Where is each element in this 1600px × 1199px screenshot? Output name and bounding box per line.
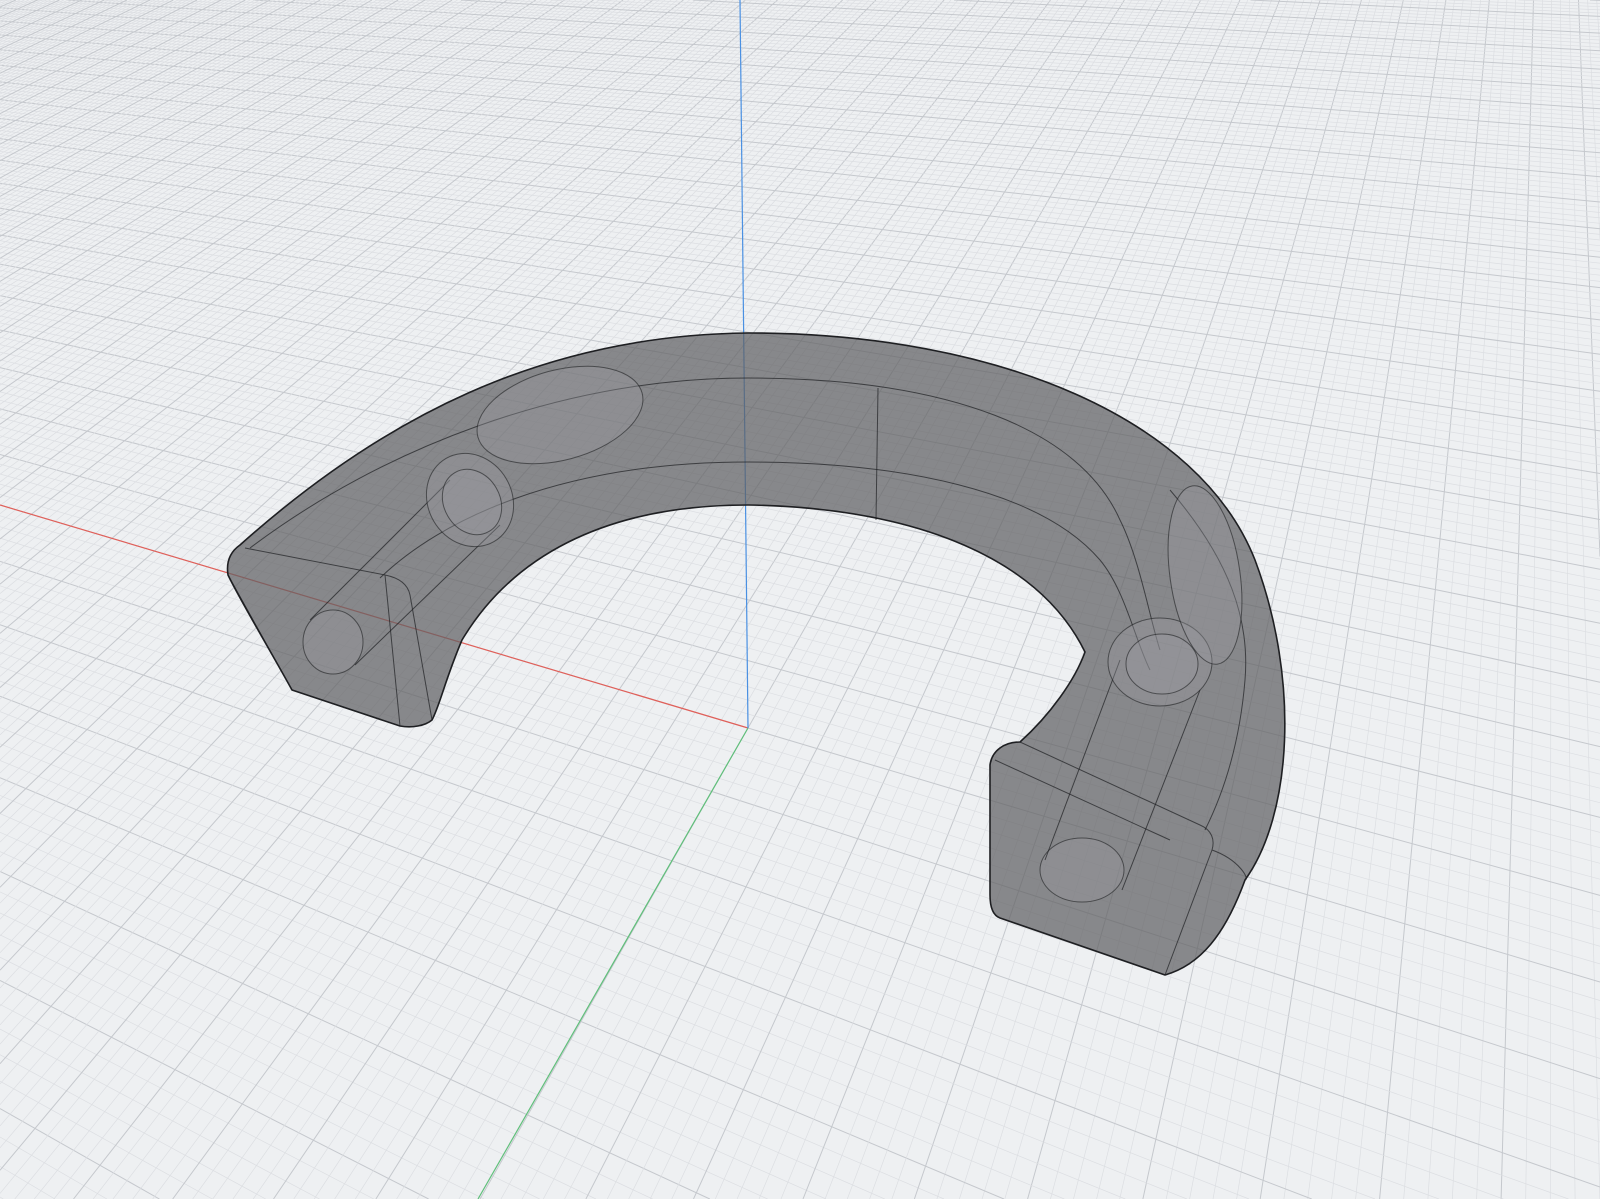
right-counterbore-inner <box>1125 633 1199 695</box>
3d-viewport[interactable] <box>0 0 1600 1199</box>
right-hole <box>1039 837 1125 903</box>
scene <box>0 0 1286 1199</box>
left-hole <box>302 609 364 675</box>
y-axis <box>477 727 749 1199</box>
horseshoe-model[interactable] <box>226 332 1286 976</box>
